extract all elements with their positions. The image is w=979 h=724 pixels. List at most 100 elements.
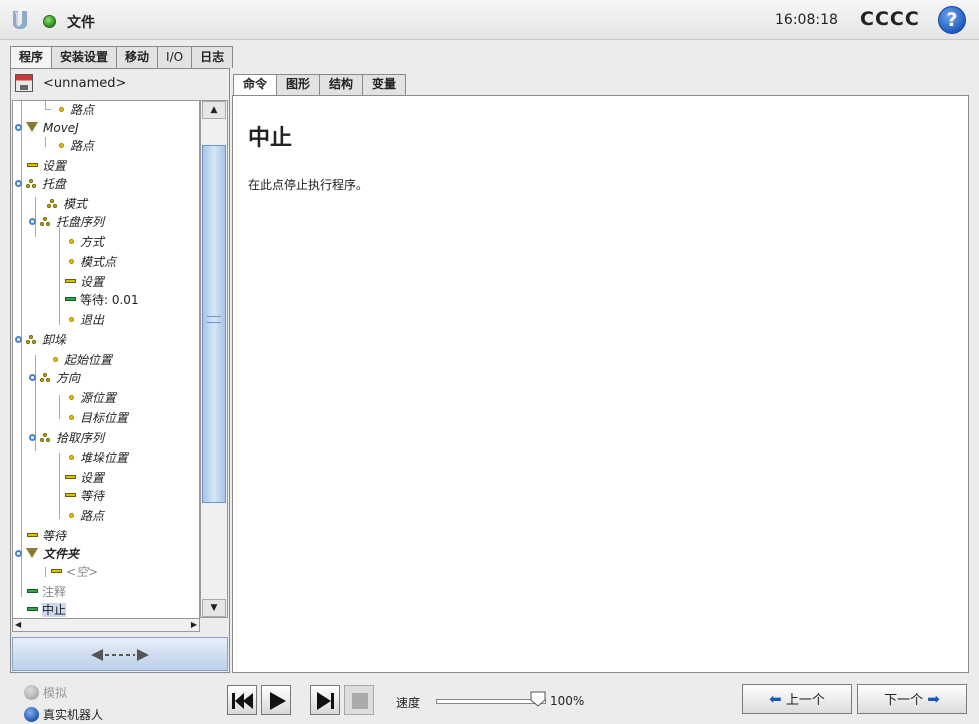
tree-item[interactable]: 退出 [69, 311, 104, 329]
radio-selected-icon [24, 707, 39, 722]
scroll-down-icon[interactable]: ▼ [202, 599, 226, 617]
tree-item[interactable]: 等待 [65, 487, 104, 505]
folder-icon [26, 548, 38, 558]
waypoint-icon [69, 317, 74, 322]
tree-item[interactable]: 设置 [27, 157, 66, 175]
tab-command[interactable]: 命令 [233, 74, 278, 96]
tree-horizontal-scrollbar[interactable]: ◀ ▶ [12, 618, 200, 632]
rewind-button[interactable] [227, 685, 257, 715]
program-tree[interactable]: 路点 MoveJ 路点 设置 托盘 模式 托盘序列 方式 模式点 设置 等待: [12, 100, 200, 620]
command-tabs: 命令 图形 结构 变量 [233, 74, 407, 96]
pallet-icon [26, 335, 38, 345]
waypoint-icon [59, 107, 64, 112]
tab-log[interactable]: 日志 [191, 46, 234, 68]
set-icon [65, 475, 76, 479]
program-tree-panel: <unnamed> 路点 MoveJ 路点 设置 托盘 模式 托盘序列 方式 模… [10, 68, 230, 673]
tree-item[interactable]: 方式 [69, 233, 104, 251]
rewind-icon [232, 693, 253, 709]
scroll-right-icon[interactable]: ▶ [191, 620, 197, 629]
previous-button[interactable]: ⬅ 上一个 [742, 684, 852, 714]
speed-value: 100% [550, 694, 585, 708]
tree-item[interactable]: 起始位置 [53, 351, 112, 369]
tree-item[interactable]: 设置 [65, 469, 104, 487]
expand-icon[interactable] [15, 180, 22, 187]
waypoint-icon [69, 455, 74, 460]
tree-vertical-scrollbar[interactable]: ▲ ▼ [200, 100, 228, 618]
title-bar: 文件 16:08:18 CCCC ? [0, 0, 979, 40]
tab-io[interactable]: I/O [157, 46, 193, 68]
waypoint-icon [69, 395, 74, 400]
tree-item[interactable]: MoveJ [15, 119, 79, 137]
pallet-icon [40, 373, 52, 383]
wait-icon [65, 297, 76, 301]
scroll-up-icon[interactable]: ▲ [202, 101, 226, 119]
program-file-name: <unnamed> [43, 76, 127, 91]
expand-icon[interactable] [15, 124, 22, 131]
clock: 16:08:18 [775, 12, 838, 28]
speed-slider-handle[interactable] [530, 691, 546, 707]
play-button[interactable] [261, 685, 291, 715]
tree-item[interactable]: 路点 [31, 137, 94, 155]
tab-structure[interactable]: 结构 [319, 74, 364, 95]
command-title: 中止 [248, 126, 293, 151]
waypoint-icon [59, 143, 64, 148]
tab-graphics[interactable]: 图形 [276, 74, 321, 95]
tree-item[interactable]: <空> [51, 563, 98, 581]
tree-item[interactable]: 方向 [29, 369, 80, 387]
waypoint-icon [69, 415, 74, 420]
expand-icon[interactable] [29, 374, 36, 381]
command-description: 在此点停止执行程序。 [248, 178, 369, 192]
tab-move[interactable]: 移动 [116, 46, 159, 68]
main-tabs: 程序 安装设置 移动 I/O 日志 [10, 46, 234, 69]
waypoint-icon [69, 239, 74, 244]
waypoint-icon [53, 357, 58, 362]
collapse-tree-button[interactable] [12, 637, 228, 671]
waypoint-icon [69, 259, 74, 264]
radio-icon [24, 685, 39, 700]
tree-item[interactable]: 源位置 [69, 389, 116, 407]
help-button[interactable]: ? [938, 6, 966, 34]
arrow-right-icon: ➡ [927, 690, 940, 708]
expand-icon[interactable] [15, 550, 22, 557]
stop-icon [352, 693, 368, 709]
tab-variables[interactable]: 变量 [362, 74, 407, 95]
expand-icon[interactable] [29, 434, 36, 441]
tree-item[interactable]: 托盘序列 [29, 213, 104, 231]
set-icon [65, 279, 76, 283]
save-icon[interactable] [15, 74, 33, 92]
tree-item[interactable]: 注释 [27, 583, 66, 601]
tab-program[interactable]: 程序 [10, 46, 53, 69]
tree-item[interactable]: 模式点 [69, 253, 116, 271]
tree-item[interactable]: 等待: 0.01 [65, 291, 139, 309]
real-robot-option[interactable]: 真实机器人 [24, 706, 103, 723]
tree-item[interactable]: 目标位置 [69, 409, 128, 427]
tree-item[interactable]: 等待 [27, 527, 66, 545]
arrow-left-icon: ⬅ [769, 690, 782, 708]
tree-item[interactable]: 模式 [47, 195, 87, 213]
expand-icon[interactable] [29, 218, 36, 225]
tree-item[interactable]: 设置 [65, 273, 104, 291]
file-menu[interactable]: 文件 [67, 12, 95, 32]
expand-icon[interactable] [15, 336, 22, 343]
command-panel: 中止 在此点停止执行程序。 [232, 95, 969, 673]
tree-item[interactable]: 堆垛位置 [69, 449, 128, 467]
robot-name: CCCC [860, 8, 920, 30]
scroll-left-icon[interactable]: ◀ [15, 620, 21, 629]
tab-installation[interactable]: 安装设置 [51, 46, 118, 68]
move-icon [26, 122, 38, 132]
step-button[interactable] [310, 685, 340, 715]
collapse-arrows-icon [91, 649, 149, 661]
stop-button[interactable] [344, 685, 374, 715]
tree-item[interactable]: 卸垛 [15, 331, 66, 349]
tree-item-selected[interactable]: 中止 [27, 601, 67, 619]
tree-item[interactable]: 托盘 [15, 175, 66, 193]
tree-item[interactable]: 路点 [31, 101, 94, 119]
scroll-thumb[interactable] [202, 145, 226, 503]
next-button[interactable]: 下一个 ➡ [857, 684, 967, 714]
ur-logo-icon [13, 11, 27, 29]
simulation-option[interactable]: 模拟 [24, 684, 67, 701]
tree-item[interactable]: 路点 [69, 507, 104, 525]
pallet-icon [40, 217, 52, 227]
tree-item[interactable]: 文件夹 [15, 545, 79, 563]
tree-item[interactable]: 拾取序列 [29, 429, 104, 447]
